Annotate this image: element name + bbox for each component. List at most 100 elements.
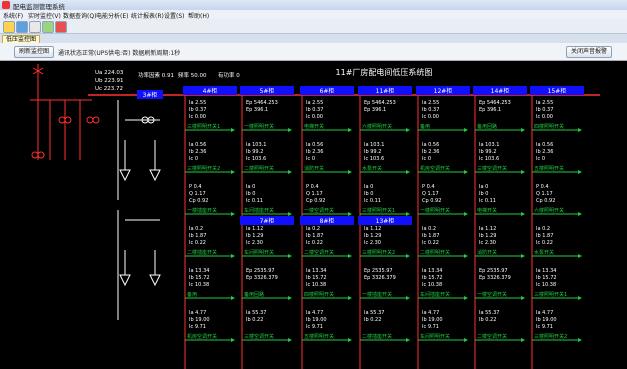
reading-value: Ib 15.72 xyxy=(536,275,557,281)
mute-alarm-button[interactable]: 关闭声音报警 xyxy=(566,46,613,58)
feeder-label[interactable]: 三楼照明开关2 xyxy=(187,165,220,172)
reading-value: Ia 103.1 xyxy=(479,142,499,148)
feeder-label[interactable]: 一楼插座开关 xyxy=(362,291,392,298)
reading-value: Ib 1.29 xyxy=(246,233,263,239)
chart-icon[interactable] xyxy=(42,21,54,33)
reading-value: Ep 5464.253 xyxy=(479,100,511,106)
feeder-arrow-icon xyxy=(406,254,410,258)
feeder-arrow-icon xyxy=(406,170,410,174)
app-icon xyxy=(2,1,10,9)
feeder-label[interactable]: 水泵开关 xyxy=(362,165,382,172)
feeder-label[interactable]: 一楼照明开关 xyxy=(244,123,274,130)
feeder-label[interactable]: 消防开关 xyxy=(477,249,497,256)
feeder-label[interactable]: 一楼空调开关 xyxy=(304,207,334,214)
reading-value: Ib 19.00 xyxy=(536,317,557,323)
reading-value: Ia 4.77 xyxy=(422,310,439,316)
reading-value: Ic 0 xyxy=(536,156,545,162)
exit-icon[interactable] xyxy=(55,21,67,33)
feeder-label[interactable]: 二楼照明开关 xyxy=(420,249,450,256)
feeder-arrow-icon xyxy=(578,212,582,216)
feeder-label[interactable]: 三楼照明开关2 xyxy=(362,249,395,256)
feeder-label[interactable]: 二楼空调开关 xyxy=(304,249,334,256)
feeder-label[interactable]: 二楼照明开关 xyxy=(244,165,274,172)
reading-value: Ia 2.55 xyxy=(306,100,323,106)
reading-value: Ib 0.37 xyxy=(422,107,439,113)
reading-value: Ia 4.77 xyxy=(306,310,323,316)
feeder-label[interactable]: 消防开关 xyxy=(304,165,324,172)
feeder-label[interactable]: 备用 xyxy=(420,123,430,130)
feeder-label[interactable]: 四楼照明开关 xyxy=(304,291,334,298)
feeder-label[interactable]: 三楼照明开关1 xyxy=(187,123,220,130)
feeder-label[interactable]: 电梯开关 xyxy=(477,207,497,214)
feeder-label[interactable]: 机房空调开关 xyxy=(420,165,450,172)
reading-value: P 0.4 xyxy=(189,184,202,190)
feeder-label[interactable]: 水泵开关 xyxy=(534,249,554,256)
monitor-icon[interactable] xyxy=(16,21,28,33)
feeder-label[interactable]: 一楼空调开关 xyxy=(477,291,507,298)
reading-value: Ia 103.1 xyxy=(246,142,266,148)
reading-value: Ic 2.30 xyxy=(364,240,381,246)
reading-value: Ic 10.38 xyxy=(189,282,209,288)
reading-value: Ic 0.22 xyxy=(189,240,206,246)
voltage-ub: Ub 223.91 xyxy=(95,78,124,84)
feeder-label[interactable]: 三楼照明开关2 xyxy=(534,333,567,340)
reading-value: Ib 99.2 xyxy=(479,149,496,155)
feeder-label[interactable]: 备用回路 xyxy=(244,291,264,298)
reading-value: Cp 0.92 xyxy=(422,198,441,204)
feeder-arrow-icon xyxy=(231,338,235,342)
reading-value: Cp 0.92 xyxy=(536,198,555,204)
feeder-label[interactable]: 三楼空调开关 xyxy=(244,333,274,340)
feeder-label[interactable]: 三楼空调开关 xyxy=(477,165,507,172)
feeder-arrow-icon xyxy=(231,128,235,132)
feeder-label[interactable]: 四楼照明开关 xyxy=(534,123,564,130)
cabinet-header-row2-label: 8#柜 xyxy=(320,217,335,225)
report-icon[interactable] xyxy=(29,21,41,33)
feeder-label[interactable]: 车间插座开关 xyxy=(420,291,450,298)
reading-value: P 0.4 xyxy=(536,184,549,190)
feeder-label[interactable]: 一楼照明开关 xyxy=(420,207,450,214)
feeder-label[interactable]: 备用回路 xyxy=(477,123,497,130)
feeder-arrow-icon xyxy=(348,296,352,300)
feeder-label[interactable]: 二楼空调开关 xyxy=(477,333,507,340)
feeder-label[interactable]: 三楼照明开关1 xyxy=(534,291,567,298)
reading-value: Ia 13.34 xyxy=(422,268,442,274)
feeder-arrow-icon xyxy=(521,338,525,342)
feeder-arrow-icon xyxy=(521,128,525,132)
reading-value: Ic 103.6 xyxy=(479,156,499,162)
reading-value: Ic 9.71 xyxy=(189,324,206,330)
feeder-label[interactable]: 二楼插座开关 xyxy=(187,249,217,256)
feeder-label[interactable]: 备用 xyxy=(187,291,197,298)
reading-value: Ib 0 xyxy=(364,191,373,197)
feeder-label[interactable]: 车间照明开关 xyxy=(244,249,274,256)
feeder-arrow-icon xyxy=(231,296,235,300)
feeder-label[interactable]: 三楼照明开关1 xyxy=(362,207,395,214)
feeder-label[interactable]: 一楼插座开关 xyxy=(187,207,217,214)
feeder-label[interactable]: 六楼照明开关 xyxy=(362,123,392,130)
feeder-arrow-icon xyxy=(464,296,468,300)
reading-value: Ep 3326.379 xyxy=(479,275,511,281)
reading-value: Ib 1.87 xyxy=(422,233,439,239)
reading-value: Ic 103.6 xyxy=(246,156,266,162)
home-icon[interactable] xyxy=(3,21,15,33)
feeder-label[interactable]: 车间插座开关 xyxy=(244,207,274,214)
feeder-label[interactable]: 六楼照明开关 xyxy=(534,207,564,214)
feeder-label[interactable]: 电梯开关 xyxy=(304,123,324,130)
feeder-arrow-icon xyxy=(521,212,525,216)
feeder-label[interactable]: 五楼照明开关 xyxy=(304,333,334,340)
reading-value: Ic 0.00 xyxy=(536,114,553,120)
feeder-label[interactable]: 二楼插座开关 xyxy=(362,333,392,340)
power-factor-label: 功率因素 0.91 xyxy=(138,71,174,79)
reading-value: Ia 0 xyxy=(479,184,488,190)
feeder-label[interactable]: 机房空调开关 xyxy=(187,333,217,340)
reading-value: Ic 2.30 xyxy=(479,240,496,246)
feeder-arrow-icon xyxy=(578,254,582,258)
feeder-label[interactable]: 五楼照明开关 xyxy=(534,165,564,172)
diagram-title: 11#厂房配电间低压系统图 xyxy=(336,67,433,77)
feeder-arrow-icon xyxy=(464,170,468,174)
refresh-diagram-button[interactable]: 刷新监控图 xyxy=(14,46,55,58)
reading-value: Ia 2.55 xyxy=(422,100,439,106)
feeder-label[interactable]: 车间照明开关 xyxy=(420,333,450,340)
reading-value: Ep 2535.97 xyxy=(479,268,508,274)
reading-value: Ia 13.34 xyxy=(189,268,209,274)
reading-value: Ep 396.1 xyxy=(246,107,268,113)
